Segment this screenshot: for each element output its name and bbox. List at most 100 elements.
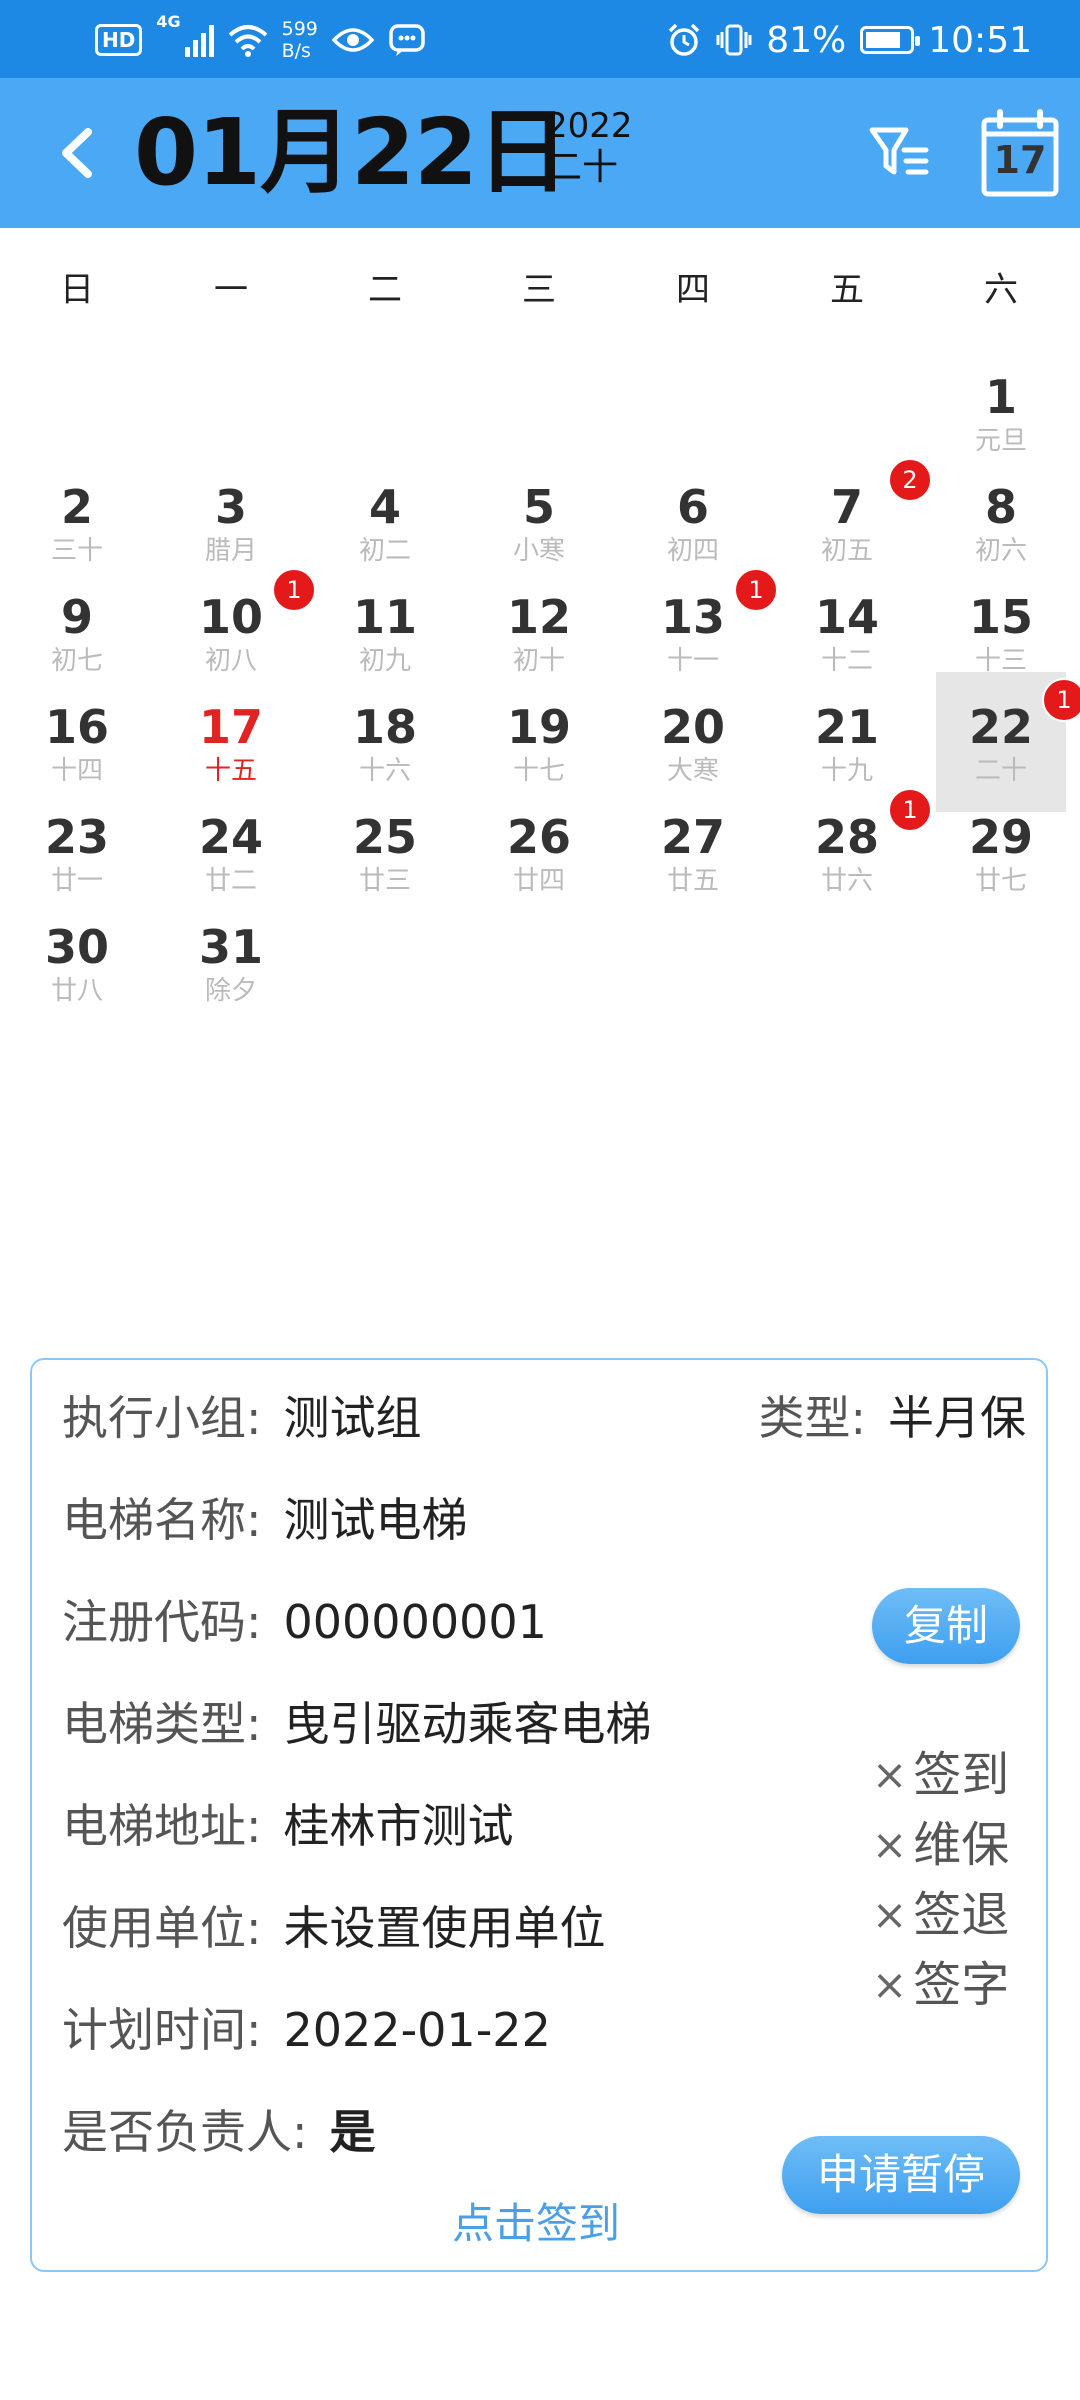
lunar-day-label: 二十 bbox=[546, 147, 619, 188]
plan-time-value: 2022-01-22 bbox=[283, 2003, 551, 2057]
elevator-name-value: 测试电梯 bbox=[283, 1493, 468, 1547]
status-item: × 签到 bbox=[872, 1740, 1009, 1810]
day-number: 24 bbox=[198, 810, 263, 864]
selected-date-title: 01月22日 bbox=[134, 99, 569, 206]
day-number: 26 bbox=[506, 810, 571, 864]
maintenance-card: 执行小组: 测试组 类型: 半月保 电梯名称: 测试电梯 注册代码: 000000001… bbox=[30, 1358, 1048, 2272]
status-item: × 签退 bbox=[872, 1880, 1009, 1950]
weekday-label: 六 bbox=[984, 270, 1018, 310]
speed-value: 599 bbox=[281, 18, 318, 40]
cross-icon: × bbox=[872, 1890, 908, 1939]
apply-pause-button[interactable]: 申请暂停 bbox=[782, 2136, 1020, 2214]
address-label: 电梯地址: bbox=[62, 1799, 262, 1853]
type-value: 半月保 bbox=[888, 1391, 1026, 1445]
today-calendar-button[interactable]: 17 bbox=[980, 108, 1060, 198]
day-number: 25 bbox=[352, 810, 417, 864]
day-number: 31 bbox=[198, 920, 263, 974]
task-count-badge: 1 bbox=[1042, 678, 1080, 722]
battery-icon bbox=[860, 26, 921, 54]
elevator-name-label: 电梯名称: bbox=[62, 1493, 262, 1547]
weekday-label: 日 bbox=[60, 270, 94, 310]
status-label: 签到 bbox=[913, 1747, 1010, 1803]
leader-row: 是否负责人: 是 bbox=[62, 2096, 376, 2162]
register-code-value: 000000001 bbox=[283, 1595, 547, 1649]
day-number: 11 bbox=[352, 590, 417, 644]
day-number: 14 bbox=[814, 590, 879, 644]
day-number: 5 bbox=[522, 480, 555, 534]
year-label: 2022 bbox=[546, 106, 633, 146]
type-row: 类型: 半月保 bbox=[759, 1382, 1027, 1448]
type-label: 类型: bbox=[758, 1391, 867, 1445]
status-list: × 签到 × 维保 × 签退 × 签字 bbox=[872, 1740, 1009, 2020]
day-number: 29 bbox=[968, 810, 1033, 864]
day-number: 20 bbox=[660, 700, 725, 754]
filter-icon[interactable] bbox=[866, 120, 936, 190]
vibrate-icon bbox=[716, 24, 752, 56]
battery-percent: 81% bbox=[766, 19, 847, 61]
day-number: 4 bbox=[368, 480, 401, 534]
day-number: 8 bbox=[984, 480, 1017, 534]
day-number: 16 bbox=[44, 700, 109, 754]
calendar-day[interactable]: 30 廿八 bbox=[12, 892, 142, 1032]
calendar-day[interactable]: 26 廿四 bbox=[474, 782, 604, 922]
elevator-type-label: 电梯类型: bbox=[62, 1697, 262, 1751]
hd-icon: HD bbox=[95, 24, 143, 56]
weekday-label: 四 bbox=[676, 270, 710, 310]
lunar-date: 廿六 bbox=[820, 866, 873, 896]
day-number: 19 bbox=[506, 700, 571, 754]
weekday-label: 三 bbox=[522, 270, 556, 310]
code-row: 注册代码: 000000001 bbox=[62, 1586, 547, 1652]
plan-time-label: 计划时间: bbox=[62, 2003, 262, 2057]
battery-level bbox=[866, 32, 901, 48]
calendar-day[interactable]: 29 廿七 bbox=[936, 782, 1066, 922]
calendar-day[interactable]: 28 廿六 1 bbox=[782, 782, 932, 922]
day-number: 12 bbox=[506, 590, 571, 644]
clock: 10:51 bbox=[928, 19, 1032, 61]
address-value: 桂林市测试 bbox=[283, 1799, 514, 1853]
group-value: 测试组 bbox=[283, 1391, 422, 1445]
lunar-date: 除夕 bbox=[204, 976, 257, 1006]
register-code-label: 注册代码: bbox=[62, 1595, 262, 1649]
status-left: HD 4G 599 B/s bbox=[95, 12, 426, 68]
task-count-badge: 1 bbox=[734, 568, 778, 612]
lunar-date: 廿七 bbox=[974, 866, 1027, 896]
day-number: 27 bbox=[660, 810, 725, 864]
alarm-icon bbox=[668, 23, 700, 56]
cross-icon: × bbox=[872, 1960, 908, 2009]
day-number: 17 bbox=[198, 700, 263, 754]
day-number: 1 bbox=[984, 370, 1017, 424]
status-right: 81% 10:51 bbox=[666, 12, 1032, 68]
unit-label: 使用单位: bbox=[62, 1901, 262, 1955]
weekday-label: 一 bbox=[214, 270, 248, 310]
back-arrow-icon[interactable] bbox=[44, 118, 114, 188]
lunar-date: 廿八 bbox=[50, 976, 103, 1006]
chat-icon bbox=[389, 24, 425, 56]
calendar-day[interactable]: 27 廿五 bbox=[628, 782, 758, 922]
network-type: 4G bbox=[156, 12, 181, 31]
network-speed: 599 B/s bbox=[282, 18, 318, 62]
day-number: 9 bbox=[60, 590, 93, 644]
signin-link[interactable]: 点击签到 bbox=[452, 2190, 620, 2251]
task-count-badge: 2 bbox=[888, 458, 932, 502]
weekday-label: 二 bbox=[368, 270, 402, 310]
status-label: 签字 bbox=[913, 1957, 1010, 2013]
weekday-header: 日一二三四五六 bbox=[0, 228, 1080, 352]
leader-value: 是 bbox=[329, 2105, 376, 2159]
unit-value: 未设置使用单位 bbox=[283, 1901, 606, 1955]
unit-row: 使用单位: 未设置使用单位 bbox=[62, 1892, 606, 1958]
status-bar: HD 4G 599 B/s 81% 10:51 bbox=[0, 0, 1080, 78]
plan-time-row: 计划时间: 2022-01-22 bbox=[62, 1994, 551, 2060]
elevator-type-row: 电梯类型: 曳引驱动乘客电梯 bbox=[62, 1688, 652, 1754]
copy-button[interactable]: 复制 bbox=[872, 1588, 1020, 1664]
cross-icon: × bbox=[872, 1820, 908, 1869]
leader-label: 是否负责人: bbox=[62, 2105, 308, 2159]
day-number: 15 bbox=[968, 590, 1033, 644]
day-number: 2 bbox=[60, 480, 93, 534]
calendar-day[interactable]: 31 除夕 bbox=[166, 892, 296, 1032]
calendar-day[interactable]: 25 廿三 bbox=[320, 782, 450, 922]
speed-unit: B/s bbox=[281, 40, 311, 62]
group-label: 执行小组: bbox=[62, 1391, 262, 1445]
day-number: 30 bbox=[44, 920, 109, 974]
elevator-type-value: 曳引驱动乘客电梯 bbox=[283, 1697, 652, 1751]
lunar-date: 廿四 bbox=[512, 866, 565, 896]
